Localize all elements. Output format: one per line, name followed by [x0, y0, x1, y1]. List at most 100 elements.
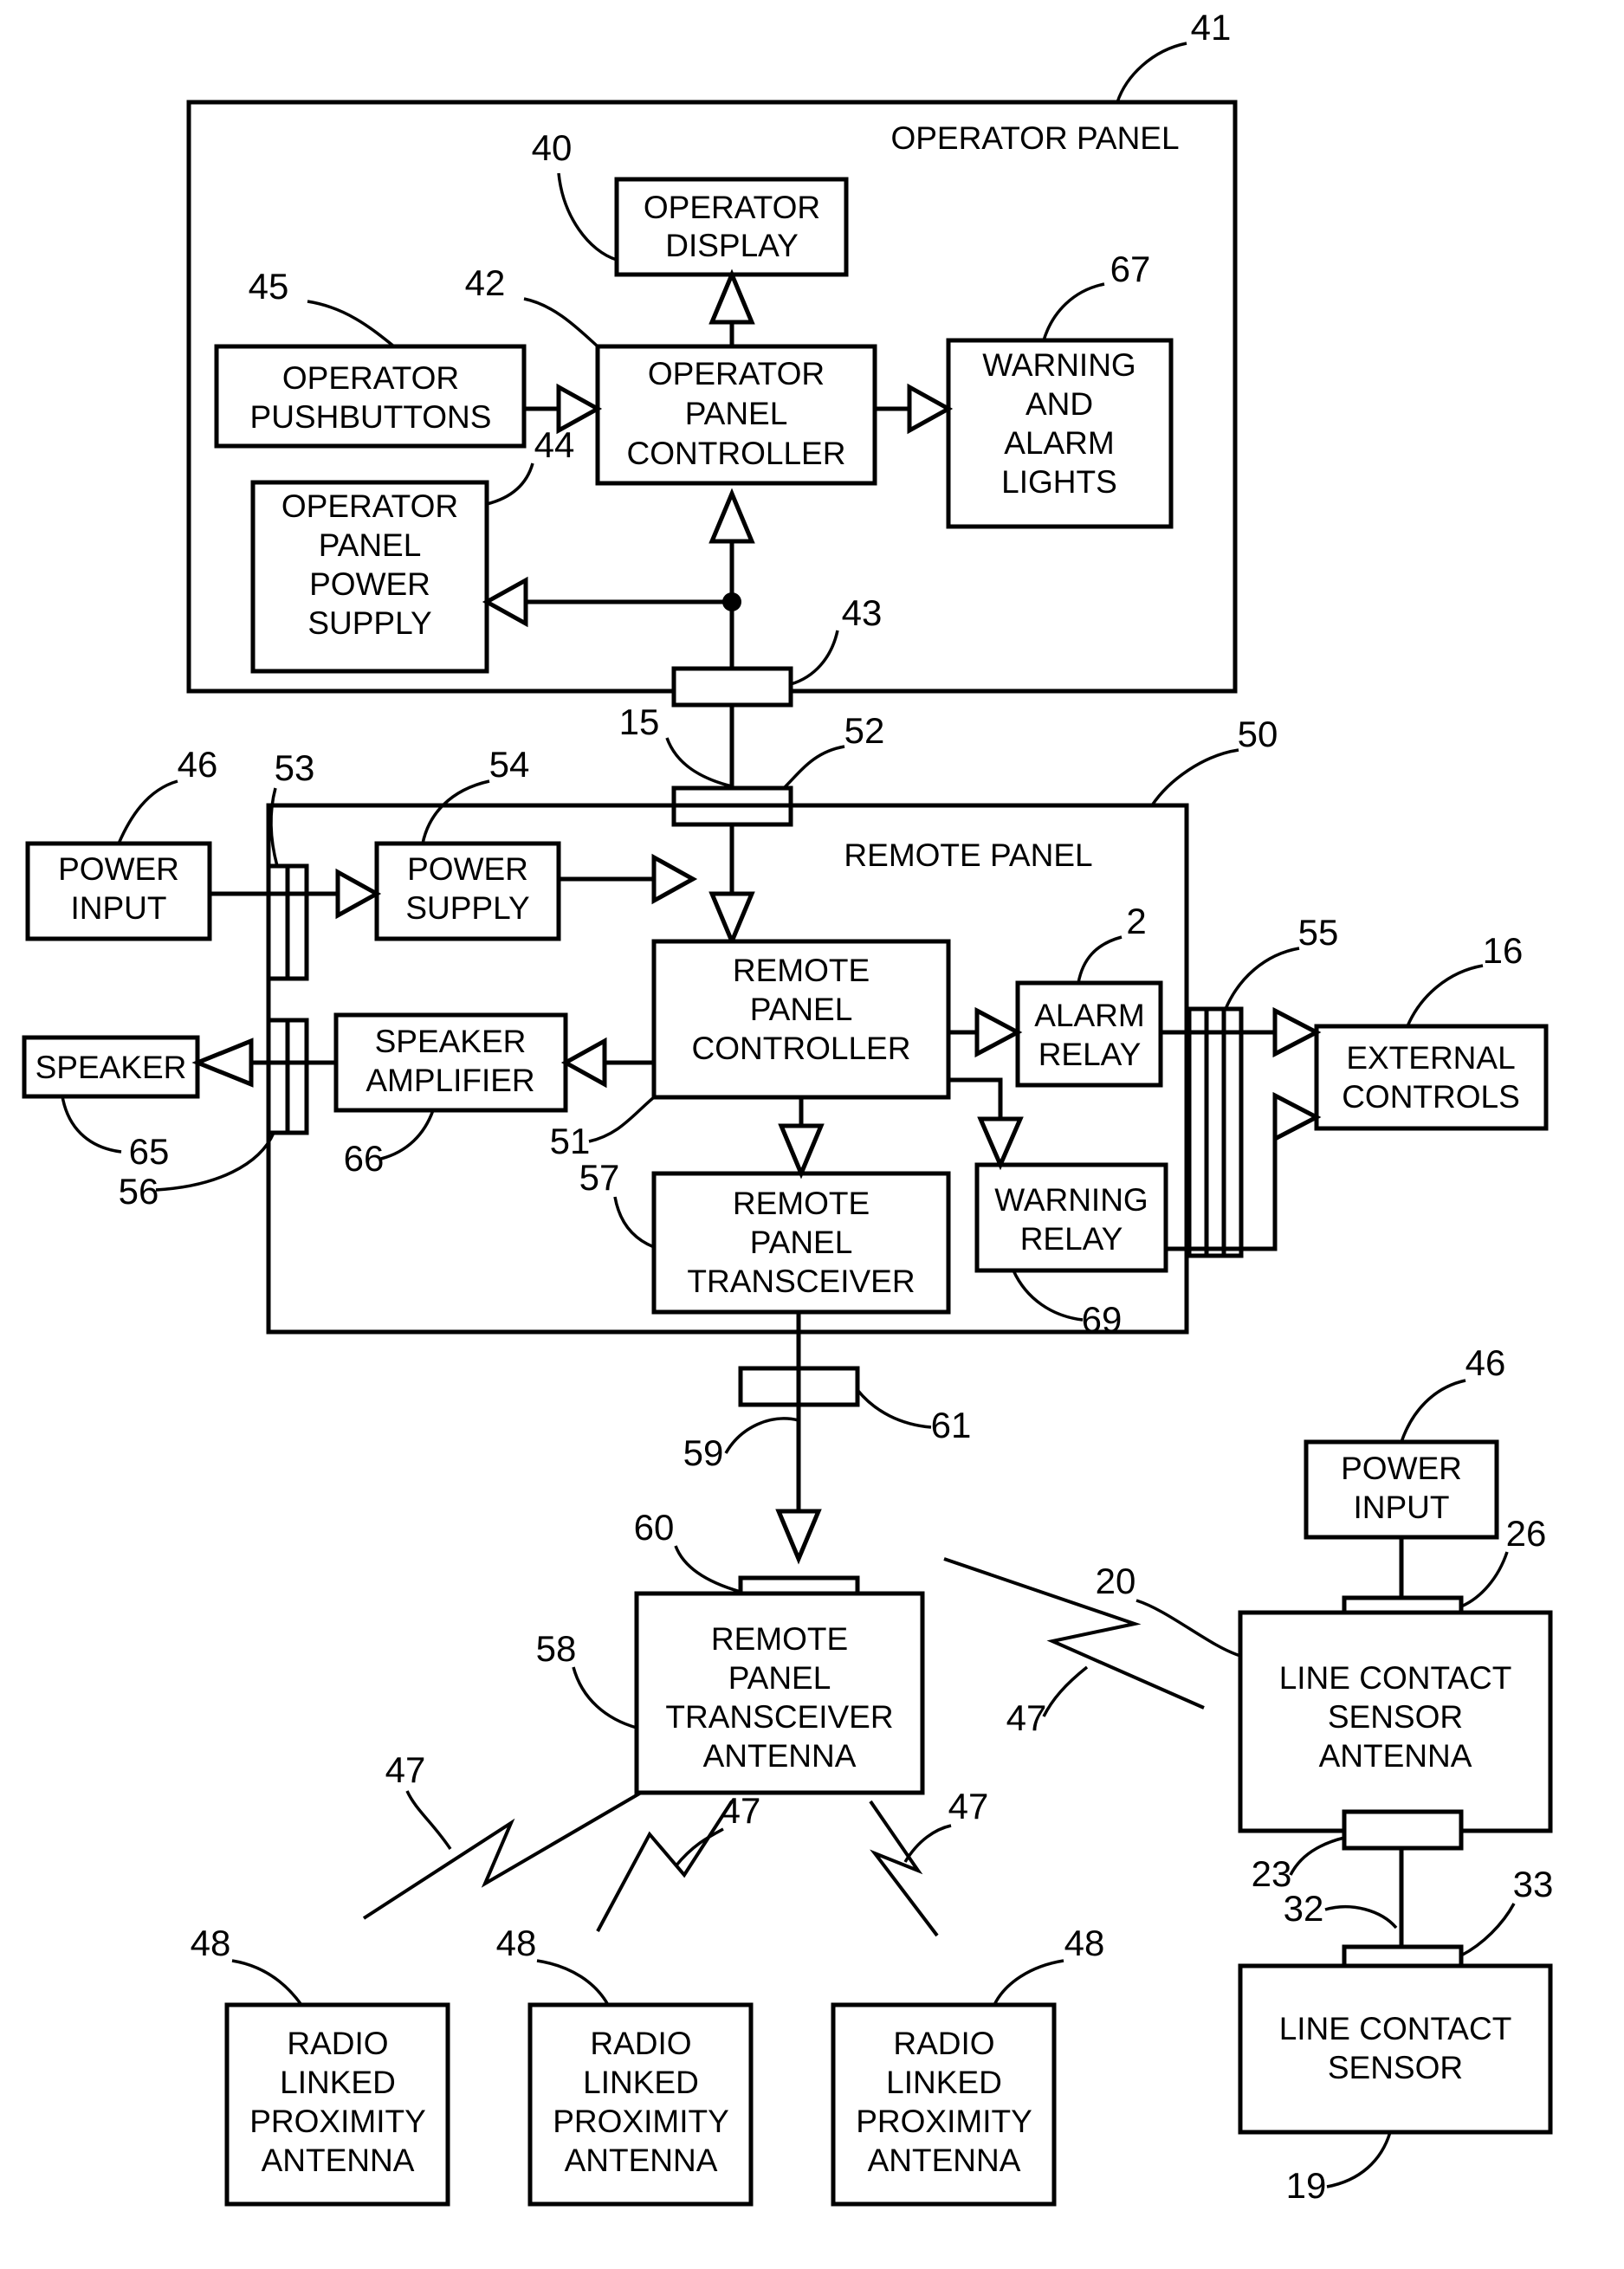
ref-42: 42 [465, 262, 506, 303]
label-rpt-antenna-l3: TRANSCEIVER [665, 1699, 893, 1735]
leader-57 [613, 1196, 655, 1249]
arrow-power-supply-out [651, 853, 698, 905]
leader-19 [1326, 2131, 1392, 2188]
leader-43 [790, 630, 839, 686]
ref-51: 51 [550, 1121, 591, 1161]
label-power-input-left-l2: INPUT [71, 890, 167, 926]
label-power-supply-l2: SUPPLY [405, 890, 529, 926]
label-rpt-antenna-l1: REMOTE [711, 1621, 848, 1657]
arrow-bus-to-op-power-supply [482, 576, 528, 628]
label-remote-panel-controller-l3: CONTROLLER [692, 1031, 911, 1066]
arrow-controller-to-lights [907, 383, 954, 435]
ref-33: 33 [1513, 1864, 1554, 1904]
radio-link-47-c [869, 1800, 939, 1937]
label-rlpa1-l2: LINKED [280, 2065, 396, 2100]
arrow-controller-to-alarm-relay [974, 1006, 1023, 1058]
leader-56 [155, 1132, 275, 1192]
leader-48-b [536, 1959, 610, 2006]
arrow-power-input-to-supply [335, 868, 382, 920]
ref-60: 60 [634, 1507, 675, 1548]
arrow-controller-to-speaker-amp [560, 1037, 607, 1089]
ref-53: 53 [275, 747, 315, 788]
ref-61: 61 [931, 1405, 972, 1445]
label-alarm-relay-l1: ALARM [1034, 998, 1144, 1033]
ref-54: 54 [489, 744, 530, 785]
label-power-input-right-l2: INPUT [1354, 1490, 1450, 1525]
ref-47-d: 47 [1006, 1697, 1047, 1738]
ref-65: 65 [129, 1131, 170, 1172]
leader-48-a [231, 1959, 303, 2007]
label-external-controls-l1: EXTERNAL [1346, 1040, 1515, 1076]
leader-2 [1077, 935, 1123, 984]
leader-69 [1012, 1270, 1084, 1322]
leader-60 [674, 1545, 741, 1593]
ref-48-c: 48 [1064, 1923, 1105, 1963]
ref-19: 19 [1286, 2165, 1327, 2206]
ref-48-a: 48 [191, 1923, 231, 1963]
label-speaker-amplifier-l1: SPEAKER [375, 1024, 527, 1059]
label-warning-alarm-lights-l3: ALARM [1004, 425, 1114, 461]
label-rpt-antenna-l4: ANTENNA [703, 1738, 857, 1774]
label-op-power-supply-l3: POWER [309, 566, 430, 602]
connector-53b [285, 863, 309, 981]
radio-link-47-b [596, 1800, 734, 1932]
ref-50: 50 [1238, 714, 1278, 754]
label-operator-panel-controller-l1: OPERATOR [648, 356, 825, 391]
ref-55: 55 [1298, 912, 1339, 953]
operator-panel-title: OPERATOR PANEL [890, 120, 1179, 156]
label-warning-alarm-lights-l1: WARNING [982, 347, 1136, 383]
label-rlpa1-l1: RADIO [287, 2026, 388, 2061]
leader-55 [1224, 947, 1300, 1010]
label-external-controls-l2: CONTROLS [1342, 1079, 1520, 1115]
label-op-power-supply-l4: SUPPLY [307, 605, 431, 641]
ref-58: 58 [536, 1628, 577, 1669]
leader-54 [421, 779, 490, 844]
ref-67: 67 [1110, 249, 1151, 289]
ref-69: 69 [1082, 1299, 1123, 1340]
ref-2: 2 [1126, 901, 1146, 941]
ref-66: 66 [344, 1138, 385, 1179]
label-op-power-supply-l2: PANEL [319, 527, 422, 563]
ref-47-c: 47 [948, 1786, 989, 1826]
arrow-warning-to-external [1272, 1091, 1322, 1143]
leader-47-c [903, 1824, 952, 1863]
label-power-input-left-l1: POWER [58, 851, 179, 887]
ref-47-a: 47 [385, 1749, 426, 1790]
leader-45 [307, 300, 396, 348]
label-power-input-right-l1: POWER [1341, 1451, 1462, 1486]
label-op-power-supply-l1: OPERATOR [281, 488, 458, 524]
label-remote-panel-controller-l2: PANEL [750, 992, 853, 1027]
arrow-speaker-amp-to-speaker [191, 1038, 254, 1088]
label-warning-alarm-lights-l2: AND [1026, 386, 1093, 422]
label-alarm-relay-l2: RELAY [1038, 1037, 1142, 1072]
label-rlpa2-l2: LINKED [583, 2065, 699, 2100]
leader-16 [1406, 964, 1484, 1027]
ref-46-left: 46 [178, 744, 218, 785]
leader-47-d [1042, 1665, 1089, 1717]
ref-57: 57 [579, 1157, 620, 1198]
label-lcs-antenna-l3: ANTENNA [1319, 1738, 1472, 1774]
ref-48-b: 48 [496, 1923, 537, 1963]
remote-panel-title: REMOTE PANEL [844, 837, 1092, 873]
label-operator-display-l2: DISPLAY [665, 228, 799, 263]
ref-20: 20 [1096, 1561, 1136, 1601]
connector-55c [1221, 1006, 1244, 1258]
leader-67 [1042, 282, 1105, 341]
arrow-bus-to-controller [708, 488, 755, 544]
ref-15: 15 [619, 701, 660, 742]
leader-59 [724, 1417, 799, 1454]
arrow-controller-to-warning-relay [977, 1116, 1024, 1171]
leader-65 [61, 1096, 122, 1154]
leader-42 [523, 297, 599, 348]
label-warning-alarm-lights-l4: LIGHTS [1001, 464, 1117, 500]
label-rlpa3-l3: PROXIMITY [856, 2104, 1032, 2139]
leader-50 [1150, 748, 1239, 806]
leader-20 [1136, 1599, 1241, 1658]
label-lcs-antenna-l1: LINE CONTACT [1279, 1660, 1512, 1696]
label-lcs-l2: SENSOR [1328, 2050, 1463, 2085]
label-remote-panel-transceiver-l1: REMOTE [733, 1186, 870, 1221]
ref-59: 59 [683, 1432, 724, 1473]
label-operator-panel-controller-l2: PANEL [685, 396, 788, 431]
ref-16: 16 [1483, 930, 1524, 971]
label-remote-panel-transceiver-l3: TRANSCEIVER [687, 1264, 915, 1299]
